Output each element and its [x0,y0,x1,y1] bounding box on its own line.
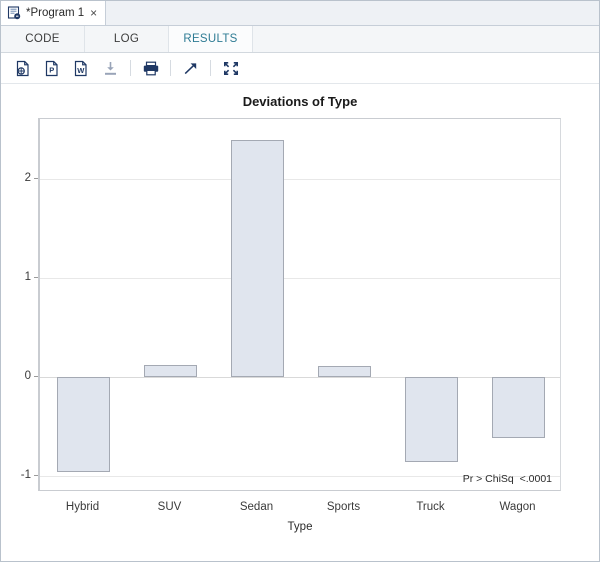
x-tick-label: Hybrid [66,501,99,513]
tab-code-label: CODE [25,33,59,45]
view-tab-empty-area [253,26,599,52]
program-tab-strip: *Program 1 × [1,1,599,26]
bar-wagon [492,377,546,439]
tab-results-label: RESULTS [183,33,237,45]
svg-text:P: P [49,65,54,74]
x-axis-title: Type [1,521,599,533]
bar-suv [144,365,198,377]
y-axis-line [38,118,39,491]
gridline [40,179,560,180]
tab-strip-empty-area [106,1,599,25]
y-tick-label: 1 [5,271,31,283]
results-chart-area: Deviations of Type Pr > ChiSq <.0001 -1 0… [1,84,599,561]
bar-hybrid [57,377,111,472]
open-in-new-window-icon[interactable] [178,57,203,79]
sas-studio-window: *Program 1 × CODE LOG RESULTS [0,0,600,562]
print-icon[interactable] [138,57,163,79]
tab-results[interactable]: RESULTS [169,26,253,52]
bar-sedan [231,140,285,377]
x-tick-label: Wagon [499,501,535,513]
plot-area: Pr > ChiSq <.0001 [39,118,561,491]
view-tab-bar: CODE LOG RESULTS [1,26,599,53]
svg-text:W: W [77,65,85,74]
tab-code[interactable]: CODE [1,26,85,52]
export-html-icon[interactable] [11,57,36,79]
bar-truck [405,377,459,462]
toolbar-separator-1 [130,60,131,76]
y-tick-label: 2 [5,172,31,184]
program-tab[interactable]: *Program 1 × [1,1,106,25]
gridline [40,278,560,279]
bar-sports [318,366,372,377]
export-word-icon[interactable]: W [69,57,94,79]
y-tick-label: -1 [5,469,31,481]
x-tick-label: Truck [416,501,444,513]
chart-annotation: Pr > ChiSq <.0001 [463,473,552,485]
x-tick-label: SUV [158,501,182,513]
results-toolbar: P W [1,53,599,84]
chart-title: Deviations of Type [1,94,599,109]
collapse-icon[interactable] [218,57,243,79]
tab-log-label: LOG [114,33,139,45]
sas-program-icon [7,6,21,20]
x-tick-label: Sports [327,501,360,513]
gridline [40,377,560,378]
tab-log[interactable]: LOG [85,26,169,52]
download-icon[interactable] [98,57,123,79]
close-icon[interactable]: × [89,7,98,19]
y-tick-label: 0 [5,370,31,382]
toolbar-separator-2 [170,60,171,76]
program-tab-label: *Program 1 [26,7,84,19]
export-pdf-icon[interactable]: P [40,57,65,79]
x-tick-label: Sedan [240,501,273,513]
toolbar-separator-3 [210,60,211,76]
